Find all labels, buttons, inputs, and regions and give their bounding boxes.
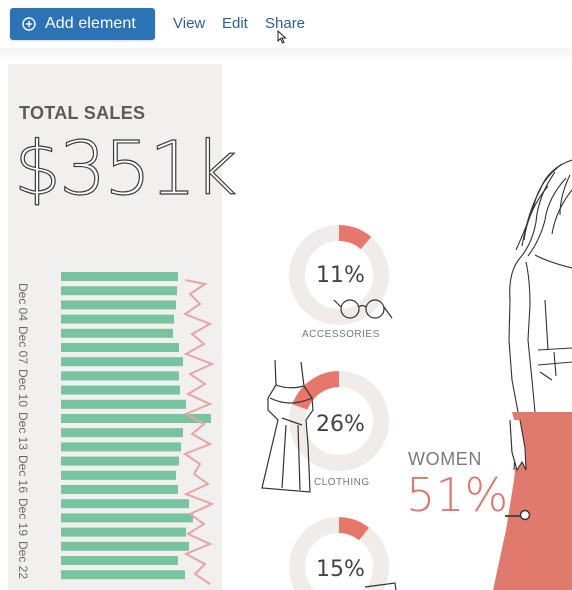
accessories-label: ACCESSORIES bbox=[302, 329, 380, 340]
accessories-percent: 11% bbox=[316, 263, 365, 288]
women-percent: 51% bbox=[406, 468, 509, 522]
women-label: WOMEN bbox=[408, 449, 482, 469]
clothing-label: CLOTHING bbox=[314, 477, 370, 488]
third-category-percent: 15% bbox=[316, 557, 365, 582]
clothing-percent: 26% bbox=[316, 412, 365, 437]
